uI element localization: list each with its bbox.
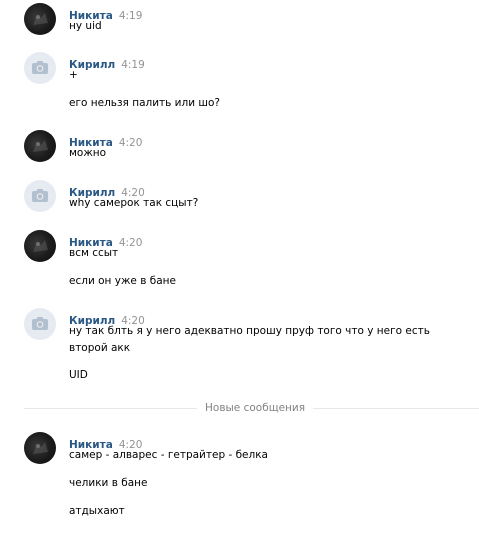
- user-avatar[interactable]: [24, 130, 56, 162]
- message-text: why самерок так сцыт?: [69, 197, 199, 209]
- user-avatar[interactable]: [24, 3, 56, 35]
- camera-icon[interactable]: [24, 52, 56, 84]
- message-text: можно: [69, 147, 107, 159]
- message-text: UID: [69, 369, 88, 381]
- message-time[interactable]: 4:20: [119, 237, 143, 249]
- message-text: самер - алварес - гетрайтер - белка: [69, 449, 268, 461]
- message-text: второй акк: [69, 342, 131, 354]
- message-time[interactable]: 4:19: [119, 10, 143, 22]
- message-text: если он уже в бане: [69, 275, 176, 287]
- message-text: атдыхают: [69, 505, 125, 517]
- camera-icon[interactable]: [24, 308, 56, 340]
- message-text: +: [69, 69, 78, 81]
- user-avatar[interactable]: [24, 230, 56, 262]
- message-text: ну так блть я у него адекватно прошу пру…: [69, 325, 430, 337]
- message-text: всм ссыт: [69, 247, 119, 259]
- camera-icon[interactable]: [24, 180, 56, 212]
- message-text: его нельзя палить или шо?: [69, 97, 220, 109]
- user-avatar[interactable]: [24, 432, 56, 464]
- message-text: ну uid: [69, 20, 102, 32]
- message-time[interactable]: 4:20: [119, 137, 143, 149]
- message-time[interactable]: 4:19: [121, 59, 145, 71]
- message-text: челики в бане: [69, 477, 148, 489]
- new-messages-label: Новые сообщения: [197, 401, 314, 415]
